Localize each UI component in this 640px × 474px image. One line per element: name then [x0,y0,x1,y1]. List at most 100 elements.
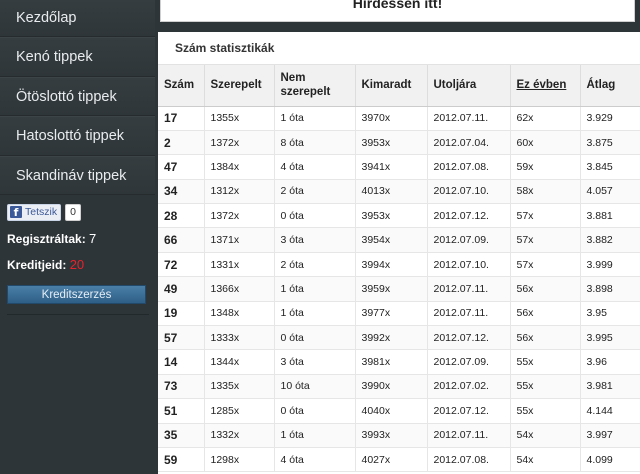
cell-nem-szerepelt: 1 óta [274,301,356,327]
registered-label: Regisztráltak: [7,232,86,246]
earn-credits-button[interactable]: Kreditszerzés [7,285,146,304]
cell-ez-evben: 62x [510,106,581,131]
table-row: 34 1312x 2 óta 4013x 2012.07.10. 58x 4.057 [158,179,640,205]
cell-nem-szerepelt: 3 óta [274,227,356,253]
ad-banner[interactable]: Hirdessen itt! [160,0,635,22]
cell-ez-evben: 57x [510,252,581,278]
cell-utoljara: 2012.07.11. [427,276,511,302]
table-row: 59 1298x 4 óta 4027x 2012.07.08. 54x 4.099 [158,447,640,473]
table-row: 51 1285x 0 óta 4040x 2012.07.12. 55x 4.144 [158,398,640,424]
cell-kimaradt: 3970x [355,106,428,131]
nav-item-keno[interactable]: Kenó tippek [0,37,155,77]
cell-atlag: 4.144 [580,398,640,424]
facebook-icon: f [10,206,22,219]
cell-atlag: 3.845 [580,154,640,180]
nav-item-home[interactable]: Kezdőlap [0,0,155,37]
cell-atlag: 3.96 [580,349,640,375]
table-row: 73 1335x 10 óta 3990x 2012.07.02. 55x 3.981 [158,374,640,400]
cell-nem-szerepelt: 0 óta [274,325,356,351]
cell-utoljara: 2012.07.12. [427,203,511,229]
cell-atlag: 3.981 [580,374,640,400]
stats-title: Szám statisztikák [158,32,640,65]
sidebar-nav: Kezdőlap Kenó tippek Ötöslottó tippek Ha… [0,0,155,195]
cell-utoljara: 2012.07.10. [427,179,511,205]
cell-nem-szerepelt: 1 óta [274,106,356,131]
table-row: 35 1332x 1 óta 3993x 2012.07.11. 54x 3.997 [158,423,640,448]
cell-szam: 72 [158,252,205,278]
cell-nem-szerepelt: 4 óta [274,447,356,473]
registered-count: Regisztráltak: 7 [7,231,149,247]
stats-table-body: 17 1355x 1 óta 3970x 2012.07.11. 62x 3.929 2 137… [158,106,640,473]
cell-kimaradt: 3941x [355,154,428,180]
column-header-ez-evben[interactable]: Ez évben [510,65,581,107]
sidebar-divider [7,314,149,315]
cell-szerepelt: 1372x [204,130,275,156]
cell-szerepelt: 1335x [204,374,275,400]
cell-ez-evben: 59x [510,154,581,180]
cell-szerepelt: 1298x [204,447,275,473]
credits-value: 20 [69,257,85,272]
nav-item-otos[interactable]: Ötöslottó tippek [0,76,155,116]
cell-nem-szerepelt: 2 óta [274,179,356,205]
table-row: 47 1384x 4 óta 3941x 2012.07.08. 59x 3.845 [158,154,640,180]
cell-utoljara: 2012.07.09. [427,227,511,253]
cell-atlag: 3.929 [580,106,640,131]
cell-szam: 34 [158,179,205,205]
cell-nem-szerepelt: 2 óta [274,252,356,278]
cell-szam: 28 [158,203,205,229]
cell-szam: 2 [158,130,205,156]
cell-utoljara: 2012.07.12. [427,398,511,424]
cell-nem-szerepelt: 1 óta [274,423,356,448]
cell-szam: 51 [158,398,205,424]
cell-szerepelt: 1333x [204,325,275,351]
cell-ez-evben: 55x [510,398,581,424]
cell-szerepelt: 1312x [204,179,275,205]
facebook-like-button[interactable]: f Tetszik [7,203,62,221]
cell-nem-szerepelt: 10 óta [274,374,356,400]
cell-atlag: 3.999 [580,252,640,278]
cell-szam: 57 [158,325,205,351]
sidebar-info: f Tetszik 0 Regisztráltak: 7 Kreditjeid:… [0,195,155,315]
cell-nem-szerepelt: 4 óta [274,154,356,180]
cell-atlag: 3.882 [580,227,640,253]
table-row: 2 1372x 8 óta 3953x 2012.07.04. 60x 3.875 [158,130,640,156]
cell-szerepelt: 1331x [204,252,275,278]
cell-ez-evben: 60x [510,130,581,156]
nav-item-skandinav[interactable]: Skandináv tippek [0,155,155,195]
cell-szerepelt: 1285x [204,398,275,424]
facebook-like: f Tetszik 0 [7,203,149,221]
cell-kimaradt: 3953x [355,130,428,156]
cell-utoljara: 2012.07.08. [427,447,511,473]
cell-szerepelt: 1372x [204,203,275,229]
cell-szam: 73 [158,374,205,400]
table-row: 49 1366x 1 óta 3959x 2012.07.11. 56x 3.898 [158,276,640,302]
cell-ez-evben: 55x [510,349,581,375]
cell-szerepelt: 1332x [204,423,275,448]
cell-atlag: 3.995 [580,325,640,351]
cell-kimaradt: 4013x [355,179,428,205]
cell-ez-evben: 57x [510,203,581,229]
ad-text: Hirdessen itt! [352,0,443,11]
column-header-szerepelt: Szerepelt [204,65,275,107]
cell-nem-szerepelt: 1 óta [274,276,356,302]
nav-item-hatos[interactable]: Hatoslottó tippek [0,116,155,156]
sidebar: Kezdőlap Kenó tippek Ötöslottó tippek Ha… [0,0,155,474]
cell-nem-szerepelt: 3 óta [274,349,356,375]
main-content: Hirdessen itt! Szám statisztikák Szám Sze… [155,0,640,474]
cell-szerepelt: 1366x [204,276,275,302]
cell-atlag: 3.95 [580,301,640,327]
cell-utoljara: 2012.07.02. [427,374,511,400]
cell-szam: 17 [158,106,205,131]
cell-szerepelt: 1371x [204,227,275,253]
table-row: 17 1355x 1 óta 3970x 2012.07.11. 62x 3.929 [158,106,640,131]
cell-kimaradt: 3992x [355,325,428,351]
cell-szam: 47 [158,154,205,180]
cell-utoljara: 2012.07.08. [427,154,511,180]
cell-szam: 59 [158,447,205,473]
cell-kimaradt: 3959x [355,276,428,302]
cell-atlag: 4.099 [580,447,640,473]
cell-utoljara: 2012.07.09. [427,349,511,375]
column-header-szam: Szám [158,65,205,107]
table-row: 28 1372x 0 óta 3953x 2012.07.12. 57x 3.881 [158,203,640,229]
cell-kimaradt: 3990x [355,374,428,400]
